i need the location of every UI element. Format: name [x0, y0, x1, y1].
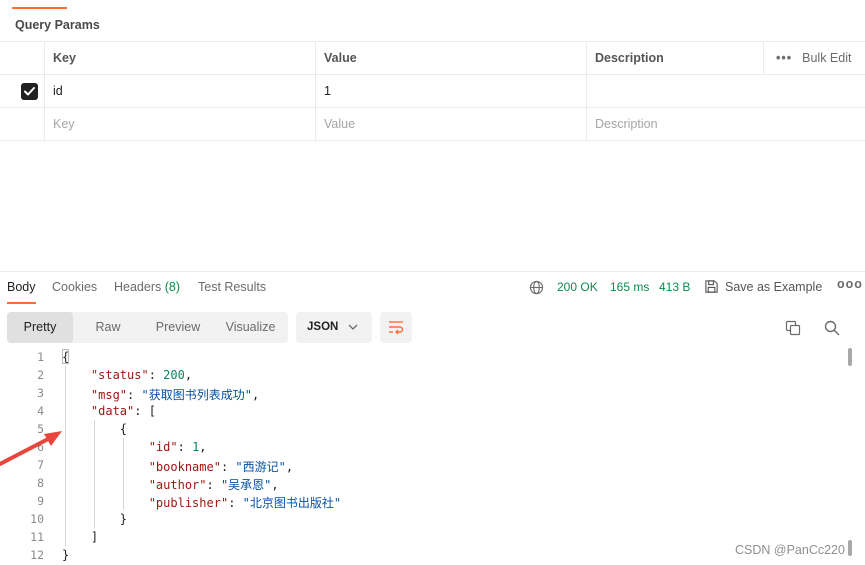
code-line: "msg": "获取图书列表成功", — [90, 388, 260, 402]
tab-headers[interactable]: Headers (8) — [114, 280, 180, 294]
more-options-icon[interactable]: ••• — [776, 42, 792, 74]
status-code[interactable]: 200 OK — [557, 280, 598, 294]
code-line: ] — [62, 530, 99, 544]
line-number: 3 — [37, 386, 44, 400]
tab-body-label: Body — [7, 280, 36, 294]
code-line: } — [62, 512, 128, 526]
active-tab-indicator — [7, 302, 36, 304]
headers-count: (8) — [164, 280, 181, 294]
copy-icon[interactable] — [785, 320, 801, 336]
tab-test-results[interactable]: Test Results — [198, 280, 266, 294]
header-key: Key — [44, 42, 315, 74]
line-number: 8 — [37, 476, 44, 490]
line-number: 12 — [30, 548, 44, 562]
view-pretty[interactable]: Pretty — [7, 312, 73, 343]
code-line: { — [62, 350, 70, 364]
line-number: 1 — [37, 350, 44, 364]
tab-body[interactable]: Body — [7, 280, 36, 304]
param-checkbox[interactable] — [21, 83, 38, 100]
view-raw[interactable]: Raw — [73, 312, 143, 343]
code-line: "data": [ — [90, 404, 156, 418]
format-dropdown[interactable]: JSON — [296, 312, 372, 343]
tab-query-params[interactable]: Query Params — [0, 0, 100, 42]
code-line: } — [62, 548, 70, 562]
param-row: id 1 — [0, 75, 865, 108]
line-number: 4 — [37, 404, 44, 418]
wrap-lines-icon — [389, 321, 404, 335]
active-tab-indicator — [12, 7, 67, 9]
save-icon — [705, 280, 718, 293]
view-visualize[interactable]: Visualize — [213, 312, 288, 343]
annotation-arrow-icon — [0, 431, 62, 466]
wrap-lines-button[interactable] — [380, 312, 412, 343]
tab-headers-label: Headers — [114, 280, 162, 294]
params-table: Key Value Description ••• Bulk Edit id 1 … — [0, 41, 865, 141]
tab-label: Query Params — [15, 18, 100, 32]
scrollbar-thumb[interactable] — [848, 540, 852, 556]
params-header-row: Key Value Description ••• Bulk Edit — [0, 42, 865, 75]
param-checkbox-cell — [0, 75, 44, 107]
format-label: JSON — [307, 321, 339, 333]
save-as-example-button[interactable]: Save as Example — [704, 279, 822, 294]
save-as-example-label: Save as Example — [725, 280, 823, 294]
tab-cookies[interactable]: Cookies — [52, 280, 97, 294]
param-empty-row: Key Value Description — [0, 108, 865, 141]
line-number: 9 — [37, 494, 44, 508]
param-value-field[interactable]: 1 — [315, 75, 586, 107]
scrollbar-thumb[interactable] — [848, 348, 852, 366]
globe-icon[interactable] — [529, 280, 544, 295]
param-key-field[interactable]: id — [44, 75, 315, 107]
response-time[interactable]: 165 ms — [610, 280, 649, 294]
code-line: "publisher": "北京图书出版社" — [148, 496, 342, 510]
code-line: "status": 200, — [90, 368, 193, 382]
code-line: { — [62, 422, 128, 436]
check-icon — [24, 87, 35, 96]
new-value-input[interactable]: Value — [315, 108, 586, 140]
new-key-input[interactable]: Key — [44, 108, 315, 140]
param-description-field[interactable] — [586, 75, 763, 107]
chevron-down-icon — [348, 324, 358, 330]
code-line: "id": 1, — [148, 440, 207, 454]
bulk-edit-area: ••• Bulk Edit — [763, 42, 865, 74]
header-value: Value — [315, 42, 586, 74]
empty-check-cell — [0, 108, 44, 140]
code-line: "author": "吴承恩", — [148, 478, 279, 492]
header-check-cell — [0, 42, 44, 74]
bulk-edit-button[interactable]: Bulk Edit — [802, 51, 851, 65]
line-number: 2 — [37, 368, 44, 382]
new-description-input[interactable]: Description — [586, 108, 763, 140]
line-number: 11 — [30, 530, 44, 544]
line-number: 10 — [30, 512, 44, 526]
view-mode-selector: Pretty Raw Preview Visualize — [7, 312, 288, 343]
search-icon[interactable] — [824, 320, 840, 336]
watermark: CSDN @PanCc220 — [735, 543, 845, 557]
view-preview[interactable]: Preview — [143, 312, 213, 343]
response-tabs: Body Cookies Headers (8) Test Results 20… — [0, 272, 865, 304]
header-description: Description — [586, 42, 763, 74]
code-line: "bookname": "西游记", — [148, 460, 294, 474]
more-actions-icon[interactable]: ooo — [837, 277, 863, 291]
response-body-editor[interactable]: 1 2 3 4 5 6 7 8 9 10 11 12 { "status": 2… — [0, 348, 865, 565]
response-size[interactable]: 413 B — [659, 280, 690, 294]
